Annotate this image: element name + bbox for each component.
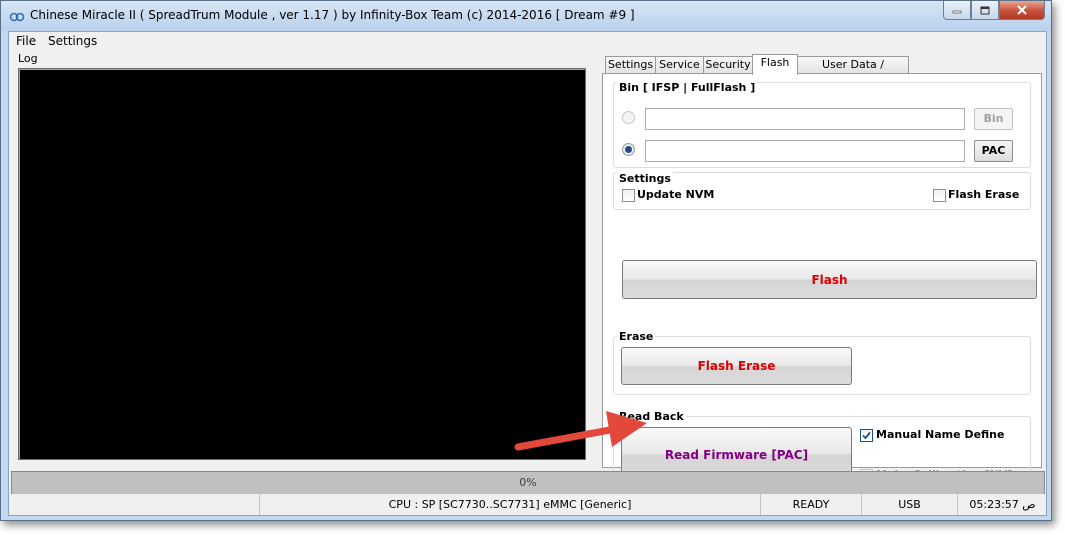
flash-erase-checkbox-label: Flash Erase: [948, 188, 1020, 201]
manual-name-define-label: Manual Name Define: [876, 428, 1005, 441]
pac-path-field[interactable]: [645, 140, 965, 162]
pac-radio[interactable]: [622, 143, 635, 156]
maximize-icon: [980, 6, 990, 14]
checkmark-icon: [862, 431, 871, 440]
flash-erase-checkbox[interactable]: [933, 189, 946, 202]
bin-radio[interactable]: [622, 111, 635, 124]
erase-group: Erase Flash Erase: [613, 330, 1031, 395]
pac-button[interactable]: PAC: [974, 140, 1013, 162]
window-title: Chinese Miracle II ( SpreadTrum Module ,…: [30, 8, 635, 22]
status-cpu: CPU : SP [SC7730..SC7731] eMMC [Generic]: [259, 494, 760, 515]
client-area: File Settings Log Settings Service Secur…: [8, 31, 1047, 516]
caption-buttons: [943, 1, 1045, 20]
progress-bar: 0%: [11, 471, 1045, 495]
flash-tab-panel: Bin [ IFSP | FullFlash ] Bin PAC Setting…: [602, 73, 1042, 491]
minimize-button[interactable]: [943, 1, 971, 20]
manual-name-define-checkbox[interactable]: [860, 429, 873, 442]
log-output[interactable]: [18, 68, 586, 460]
status-state: READY: [760, 494, 861, 515]
bin-path-field[interactable]: [645, 108, 965, 130]
settings-group-title: Settings: [617, 172, 673, 185]
bin-button[interactable]: Bin: [974, 108, 1013, 130]
update-nvm-checkbox[interactable]: [622, 189, 635, 202]
infinity-logo-icon: [9, 12, 25, 22]
bin-group: Bin [ IFSP | FullFlash ] Bin PAC: [613, 81, 1031, 168]
maximize-button[interactable]: [971, 1, 999, 20]
read-back-group-title: Read Back: [617, 410, 686, 423]
close-button[interactable]: [999, 1, 1045, 20]
tab-user-data-forensic[interactable]: User Data / Forensic: [797, 56, 909, 87]
flash-erase-button-label: Flash Erase: [697, 359, 776, 373]
progress-text: 0%: [519, 476, 537, 489]
menu-settings[interactable]: Settings: [48, 34, 97, 48]
menu-bar: File Settings: [9, 32, 1046, 50]
flash-button[interactable]: Flash: [622, 260, 1037, 299]
tab-flash[interactable]: Flash: [752, 54, 798, 75]
flash-erase-button[interactable]: Flash Erase: [621, 347, 852, 385]
menu-file[interactable]: File: [16, 34, 36, 48]
title-bar[interactable]: Chinese Miracle II ( SpreadTrum Module ,…: [1, 1, 1051, 31]
flash-button-label: Flash: [811, 272, 848, 287]
close-icon: [1017, 5, 1027, 15]
status-time: 05:23:57 ص: [957, 494, 1047, 515]
status-bar: CPU : SP [SC7730..SC7731] eMMC [Generic]…: [9, 494, 1046, 515]
radio-selected-dot: [625, 146, 632, 153]
tab-security[interactable]: Security: [703, 56, 753, 73]
tab-service[interactable]: Service: [655, 56, 704, 73]
read-firmware-button-label: Read Firmware [PAC]: [664, 447, 809, 462]
bin-group-title: Bin [ IFSP | FullFlash ]: [617, 81, 758, 94]
log-label: Log: [18, 52, 38, 65]
application-window: Chinese Miracle II ( SpreadTrum Module ,…: [0, 0, 1052, 521]
settings-group: Settings Update NVM Flash Erase: [613, 172, 1031, 210]
minimize-icon: [952, 10, 962, 14]
update-nvm-label: Update NVM: [637, 188, 715, 201]
erase-group-title: Erase: [617, 330, 656, 343]
status-connection: USB: [861, 494, 957, 515]
tab-settings[interactable]: Settings: [605, 56, 656, 73]
